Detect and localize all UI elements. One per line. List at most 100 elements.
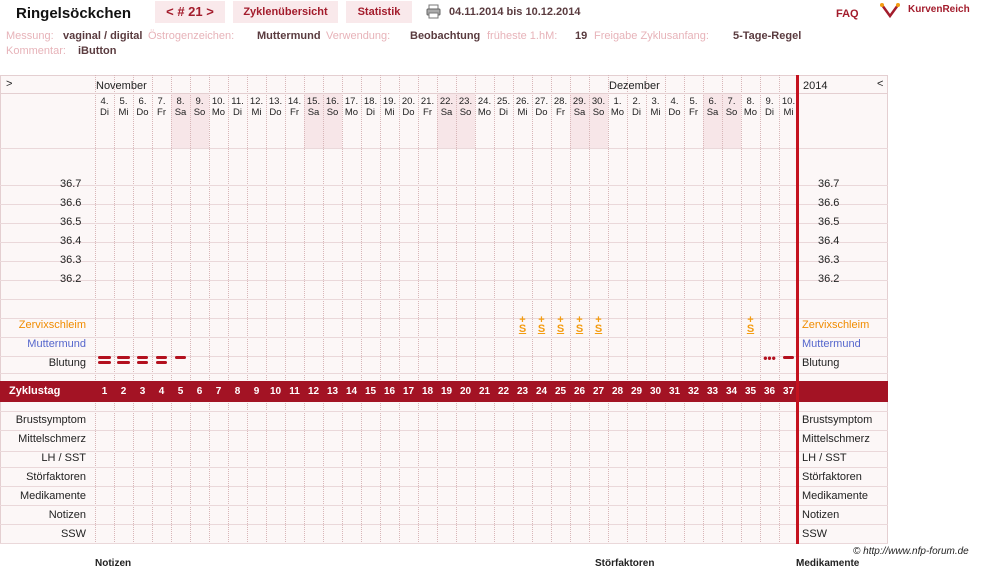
day-header[interactable]: 11. Di <box>228 96 247 118</box>
weekday: Mi <box>118 107 129 118</box>
grid-column-line <box>323 75 324 544</box>
zervix-mucus-icon: + S <box>556 314 565 335</box>
day-header[interactable]: 9. Di <box>760 96 779 118</box>
day-header[interactable]: 15. Sa <box>304 96 323 118</box>
nav-left-button[interactable]: > <box>6 78 12 90</box>
kommentar-label: Kommentar: <box>6 45 66 57</box>
day-number: 23. <box>458 96 473 107</box>
row-label-stoer: Störfaktoren <box>26 471 86 483</box>
grid-column-line <box>779 75 780 544</box>
grid-column-line <box>608 75 609 544</box>
day-header[interactable]: 28. Fr <box>551 96 570 118</box>
day-number: 27. <box>534 96 549 107</box>
grid-column-line <box>266 75 267 544</box>
cycle-day-number: 9 <box>253 386 260 397</box>
kommentar-value: iButton <box>78 45 117 57</box>
day-header[interactable]: 19. Mi <box>380 96 399 118</box>
grid-row-line <box>0 148 888 149</box>
tab-statistics[interactable]: Statistik <box>346 1 412 23</box>
weekday: Fr <box>689 107 698 118</box>
cycle-day-number: 22 <box>497 386 510 397</box>
grid-row-line <box>0 430 888 431</box>
day-header[interactable]: 22. Sa <box>437 96 456 118</box>
row-label-notizen-right: Notizen <box>802 509 840 521</box>
cycle-day-number: 2 <box>120 386 127 397</box>
cycle-day-number: 20 <box>459 386 472 397</box>
day-header[interactable]: 8. Mo <box>741 96 760 118</box>
cycle-day-number: 29 <box>630 386 643 397</box>
grid-row-line <box>0 373 888 374</box>
day-header[interactable]: 5. Mi <box>114 96 133 118</box>
day-header[interactable]: 20. Do <box>399 96 418 118</box>
cycle-day-number: 35 <box>744 386 757 397</box>
day-header[interactable]: 1. Mo <box>608 96 627 118</box>
copyright: © http://www.nfp-forum.de <box>853 546 969 557</box>
day-header[interactable]: 17. Mo <box>342 96 361 118</box>
day-number: 15. <box>306 96 321 107</box>
tab-cycle-overview[interactable]: Zyklenübersicht <box>233 1 338 23</box>
temperature-label-left: 36.2 <box>60 273 82 285</box>
grid-column-line <box>684 75 685 544</box>
weekday: Fr <box>556 107 565 118</box>
nav-right-button[interactable]: < <box>877 78 883 90</box>
day-header[interactable]: 26. Mi <box>513 96 532 118</box>
day-header[interactable]: 4. Di <box>95 96 114 118</box>
day-header[interactable]: 6. Do <box>133 96 152 118</box>
weekday: Mi <box>251 107 262 118</box>
day-number: 3. <box>651 96 660 107</box>
grid-column-line <box>513 75 514 544</box>
today-marker <box>796 75 799 544</box>
day-header[interactable]: 7. So <box>722 96 741 118</box>
day-header[interactable]: 7. Fr <box>152 96 171 118</box>
cycle-navigation[interactable]: < # 21 > <box>155 1 225 23</box>
day-header[interactable]: 4. Do <box>665 96 684 118</box>
day-header[interactable]: 27. Do <box>532 96 551 118</box>
day-header[interactable]: 12. Mi <box>247 96 266 118</box>
day-header[interactable]: 10. Mo <box>209 96 228 118</box>
day-header[interactable]: 30. So <box>589 96 608 118</box>
day-header[interactable]: 23. So <box>456 96 475 118</box>
row-label-lh: LH / SST <box>41 452 86 464</box>
weekday: Di <box>100 107 109 118</box>
zervix-mucus-icon: + S <box>594 314 603 335</box>
day-number: 13. <box>268 96 283 107</box>
day-number: 21. <box>420 96 435 107</box>
day-header[interactable]: 16. So <box>323 96 342 118</box>
grid-column-line <box>247 75 248 544</box>
day-header[interactable]: 25. Di <box>494 96 513 118</box>
grid-column-line <box>665 75 666 544</box>
brand-name[interactable]: KurvenReich <box>908 4 970 15</box>
day-header[interactable]: 5. Fr <box>684 96 703 118</box>
grid-column-line <box>285 75 286 544</box>
day-header[interactable]: 29. Sa <box>570 96 589 118</box>
day-number: 6. <box>708 96 717 107</box>
day-header[interactable]: 6. Sa <box>703 96 722 118</box>
day-header[interactable]: 9. So <box>190 96 209 118</box>
day-header[interactable]: 13. Do <box>266 96 285 118</box>
printer-icon[interactable] <box>426 4 441 19</box>
grid-column-line <box>114 75 115 544</box>
grid-column-line <box>171 75 172 544</box>
day-header[interactable]: 18. Di <box>361 96 380 118</box>
grid-column-line <box>418 75 419 544</box>
cycle-day-number: 27 <box>592 386 605 397</box>
day-number: 17. <box>344 96 359 107</box>
day-header[interactable]: 21. Fr <box>418 96 437 118</box>
verwendung-label: Verwendung: <box>326 30 391 42</box>
day-number: 7. <box>727 96 736 107</box>
temperature-label-left: 36.3 <box>60 254 82 266</box>
day-header[interactable]: 24. Mo <box>475 96 494 118</box>
grid-column-line <box>304 75 305 544</box>
faq-link[interactable]: FAQ <box>836 8 859 20</box>
cycle-day-number: 10 <box>269 386 282 397</box>
cycle-day-number: 25 <box>554 386 567 397</box>
cycle-day-number: 36 <box>763 386 776 397</box>
day-header[interactable]: 3. Mi <box>646 96 665 118</box>
day-header[interactable]: 14. Fr <box>285 96 304 118</box>
day-header[interactable]: 2. Di <box>627 96 646 118</box>
day-header[interactable]: 8. Sa <box>171 96 190 118</box>
temperature-label-left: 36.5 <box>60 216 82 228</box>
day-number: 29. <box>572 96 587 107</box>
row-label-brust: Brustsymptom <box>15 414 86 426</box>
kurvenreich-logo-icon <box>880 2 900 20</box>
